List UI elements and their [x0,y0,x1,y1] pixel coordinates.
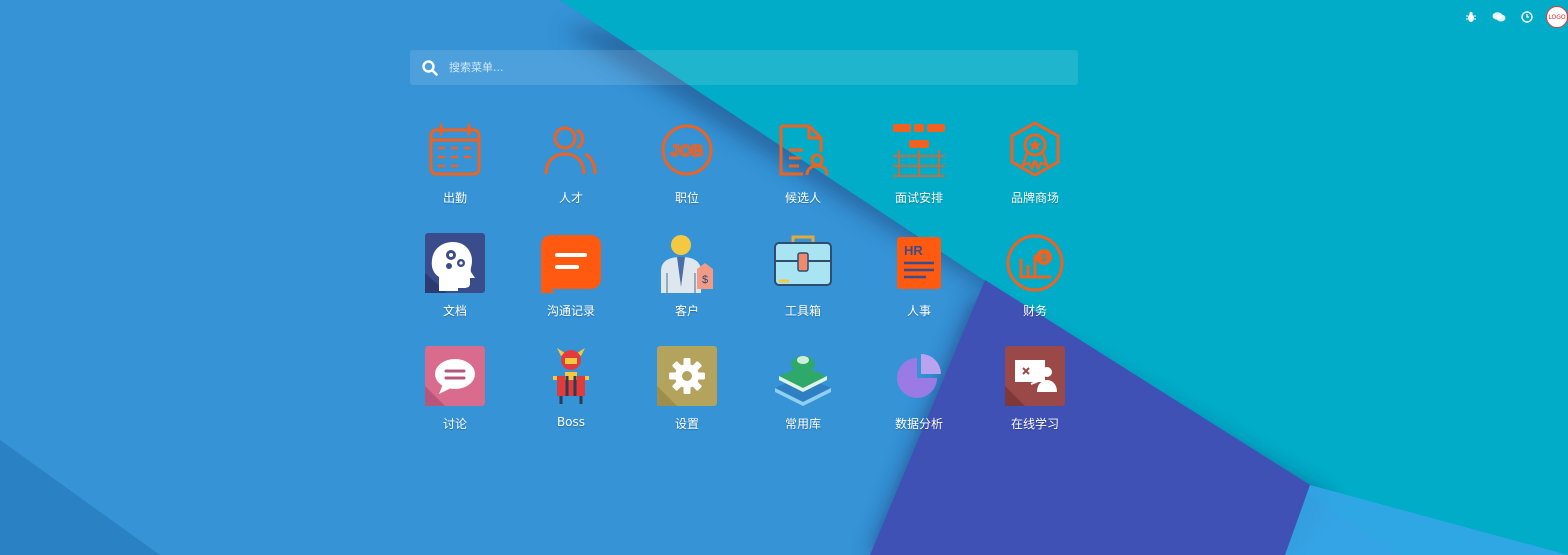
svg-text:HR: HR [904,243,923,258]
bug-icon[interactable] [1462,8,1480,26]
app-label: 讨论 [442,417,467,431]
app-label: 出勤 [442,191,467,205]
app-documents[interactable]: 文档 [397,233,513,346]
books-icon [775,356,831,406]
job-icon: JOB [661,124,713,176]
app-label: 候选人 [784,191,821,205]
app-position[interactable]: JOB 职位 [629,120,745,233]
app-common-library[interactable]: 常用库 [745,346,861,459]
app-discussion[interactable]: 讨论 [397,346,513,459]
app-label: 沟通记录 [546,304,595,318]
calendar-icon [429,123,481,176]
app-label: 职位 [674,191,699,205]
interview-icon [893,124,945,177]
app-grid: 出勤 人才 JOB 职位 候选人 面试安排 品牌商场 文档 沟通记录 $ 客户 … [397,120,1093,459]
app-brand-mall[interactable]: 品牌商场 [977,120,1093,233]
hr-document-icon: HR [897,237,941,289]
presentation-icon [1005,346,1065,406]
discussion-icon [425,346,485,406]
app-label: 文档 [442,304,467,318]
app-boss[interactable]: Boss [513,346,629,459]
users-icon [544,126,597,175]
app-attendance[interactable]: 出勤 [397,120,513,233]
app-customers[interactable]: $ 客户 [629,233,745,346]
finance-chart-icon: $ [1006,234,1064,292]
svg-text:JOB: JOB [671,143,704,160]
app-label: 客户 [674,304,699,318]
app-label: 面试安排 [894,191,943,205]
search-bar [410,50,1078,85]
app-label: 工具箱 [784,304,821,318]
app-label: 人事 [906,304,931,318]
app-hr[interactable]: HR 人事 [861,233,977,346]
app-finance[interactable]: $ 财务 [977,233,1093,346]
app-label: 数据分析 [894,417,943,431]
message-icon [541,235,601,293]
brain-gears-icon [425,233,485,293]
app-interview-schedule[interactable]: 面试安排 [861,120,977,233]
app-label: 人才 [558,191,583,205]
gear-icon [657,346,717,406]
app-communication-records[interactable]: 沟通记录 [513,233,629,346]
toolbox-icon [774,235,832,286]
app-label: 在线学习 [1010,417,1059,431]
customer-icon: $ [661,235,713,293]
boss-figure-icon [553,348,589,404]
svg-text:$: $ [1041,253,1047,264]
app-label: 财务 [1022,304,1047,318]
app-label: Boss [556,415,586,429]
app-label: 常用库 [784,417,821,431]
app-toolbox[interactable]: 工具箱 [745,233,861,346]
app-data-analysis[interactable]: 数据分析 [861,346,977,459]
app-settings[interactable]: 设置 [629,346,745,459]
svg-text:$: $ [702,274,708,286]
top-bar: LOGO [1462,6,1568,28]
candidate-file-icon [779,124,829,176]
pie-chart-icon [897,354,941,398]
app-label: 品牌商场 [1010,191,1059,205]
clock-icon[interactable] [1518,8,1536,26]
chat-icon[interactable] [1490,8,1508,26]
search-input[interactable] [447,60,1078,75]
app-candidates[interactable]: 候选人 [745,120,861,233]
app-online-learning[interactable]: 在线学习 [977,346,1093,459]
badge-icon [1010,121,1060,177]
search-icon [422,59,438,76]
app-label: 设置 [674,417,699,431]
avatar[interactable]: LOGO [1546,6,1568,28]
app-talent[interactable]: 人才 [513,120,629,233]
